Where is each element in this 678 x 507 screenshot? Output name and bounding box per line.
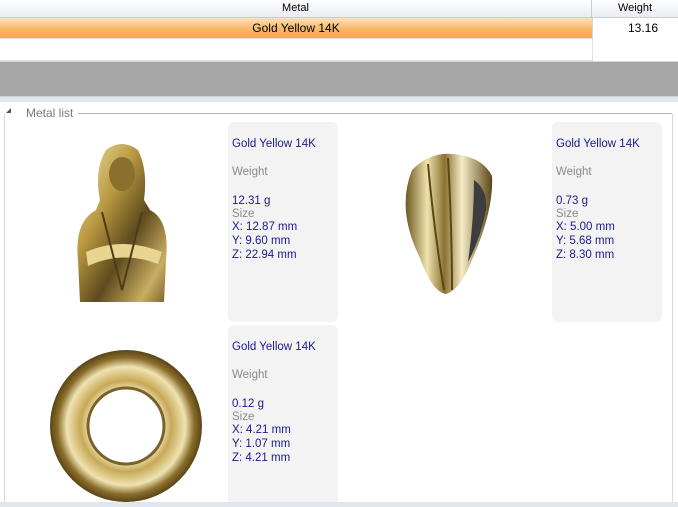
- card-size-x: X: 5.00 mm: [556, 221, 615, 233]
- card-weight-value: 0.73 g: [556, 195, 588, 207]
- column-header-weight[interactable]: Weight: [592, 0, 678, 18]
- column-header-metal[interactable]: Metal: [0, 0, 592, 18]
- card-metal-name: Gold Yellow 14K: [232, 341, 316, 353]
- card-size-label: Size: [556, 208, 579, 220]
- card-size-x: X: 12.87 mm: [232, 221, 298, 233]
- cell-metal: Gold Yellow 14K: [252, 21, 340, 35]
- grid-row-empty[interactable]: [0, 39, 678, 61]
- empty-area: [0, 62, 678, 96]
- group-border-left: [4, 114, 5, 507]
- card-size-x: X: 4.21 mm: [232, 424, 291, 436]
- jump-ring-thumbnail[interactable]: [50, 344, 204, 504]
- metal-card-1[interactable]: Gold Yellow 14K Weight 12.31 g Size X: 1…: [228, 122, 338, 322]
- card-weight-value: 0.12 g: [232, 398, 264, 410]
- card-weight-label: Weight: [232, 369, 268, 381]
- metal-card-2[interactable]: Gold Yellow 14K Weight 0.73 g Size X: 5.…: [552, 122, 662, 322]
- metal-list-title: Metal list: [26, 106, 74, 120]
- metal-weight-grid: Metal Weight Gold Yellow 14K 13.16: [0, 0, 678, 62]
- card-weight-value: 12.31 g: [232, 195, 271, 207]
- grid-row-selected[interactable]: Gold Yellow 14K 13.16: [0, 18, 678, 39]
- card-size-y: Y: 1.07 mm: [232, 438, 291, 450]
- metal-list-panel: Metal list Gold Yellow 14K Weight 12.31 …: [0, 102, 678, 507]
- card-size-y: Y: 9.60 mm: [232, 235, 291, 247]
- card-size-y: Y: 5.68 mm: [556, 235, 615, 247]
- bottom-scroll-edge: [0, 502, 678, 507]
- card-metal-name: Gold Yellow 14K: [232, 138, 316, 150]
- card-size-z: Z: 8.30 mm: [556, 249, 615, 261]
- card-metal-name: Gold Yellow 14K: [556, 138, 640, 150]
- fluted-bail-thumbnail[interactable]: [390, 150, 500, 300]
- cell-weight-empty: [592, 39, 678, 61]
- cell-weight[interactable]: 13.16: [592, 18, 678, 39]
- group-divider: [78, 113, 672, 114]
- card-size-z: Z: 22.94 mm: [232, 249, 297, 261]
- card-weight-label: Weight: [556, 166, 592, 178]
- card-size-label: Size: [232, 208, 255, 220]
- card-weight-label: Weight: [232, 166, 268, 178]
- metal-card-3[interactable]: Gold Yellow 14K Weight 0.12 g Size X: 4.…: [228, 325, 338, 507]
- bust-figure-thumbnail[interactable]: [66, 140, 178, 310]
- collapse-arrow-icon[interactable]: [6, 108, 11, 113]
- card-size-z: Z: 4.21 mm: [232, 452, 291, 464]
- card-size-label: Size: [232, 411, 255, 423]
- group-border-right: [672, 114, 673, 507]
